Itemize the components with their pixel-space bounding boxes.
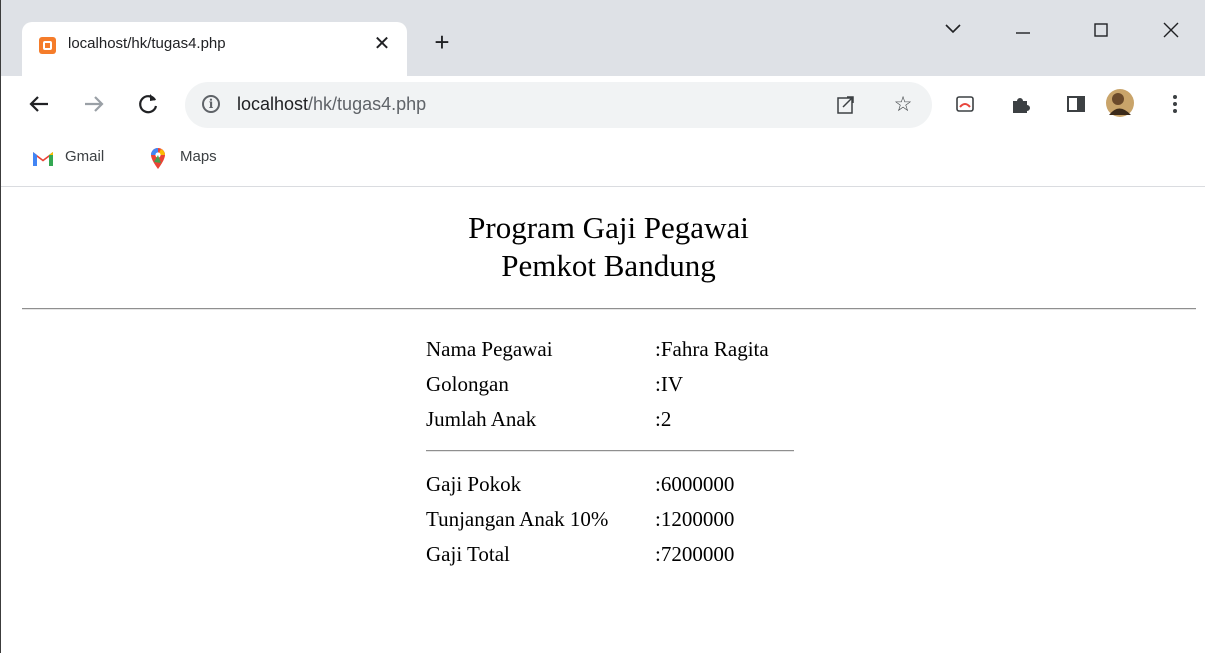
row-label: Jumlah Anak: [426, 407, 537, 431]
reload-icon: [139, 94, 158, 114]
bookmark-label: Gmail: [65, 148, 105, 165]
url-host: localhost: [237, 94, 309, 114]
page-title: Program Gaji Pegawai Pemkot Bandung: [0, 209, 1205, 285]
title-line-2: Pemkot Bandung: [501, 248, 716, 283]
tab-title: localhost/hk/tugas4.php: [68, 35, 226, 52]
close-icon: [1163, 22, 1179, 38]
gmail-icon: [33, 152, 53, 166]
xampp-favicon-icon: [39, 37, 56, 54]
row-label: Gaji Total: [426, 542, 510, 566]
tab-active[interactable]: localhost/hk/tugas4.php ✕: [22, 22, 407, 76]
tab-close-icon[interactable]: ✕: [372, 32, 392, 56]
share-icon[interactable]: [833, 92, 859, 118]
chevron-down-icon: [945, 24, 961, 34]
maximize-button[interactable]: [1081, 14, 1121, 44]
row-value: :6000000: [655, 472, 735, 496]
site-info-icon[interactable]: i: [202, 95, 220, 113]
table-row: Tunjangan Anak 10% :1200000: [426, 507, 794, 542]
row-value: :2: [655, 407, 672, 431]
browser-window: localhost/hk/tugas4.php ✕ + i localhost/: [0, 0, 1205, 653]
url-text[interactable]: localhost/hk/tugas4.php: [237, 94, 426, 115]
arrow-right-icon: [85, 96, 104, 112]
row-label: Nama Pegawai: [426, 337, 553, 361]
back-button[interactable]: [23, 88, 55, 120]
bookmarks-bar: Gmail Maps: [0, 132, 1205, 187]
address-bar[interactable]: i localhost/hk/tugas4.php ☆: [185, 82, 932, 128]
tab-search-button[interactable]: [933, 14, 973, 44]
table-row: Jumlah Anak :2: [426, 407, 794, 442]
maximize-icon: [1094, 23, 1108, 37]
bookmark-star-icon[interactable]: ☆: [890, 92, 916, 118]
table-row: Gaji Total :7200000: [426, 542, 794, 577]
row-value: :1200000: [655, 507, 735, 531]
table-row: Gaji Pokok :6000000: [426, 472, 794, 507]
window-border: [0, 0, 1, 653]
extension-icon[interactable]: [951, 90, 979, 118]
new-tab-button[interactable]: +: [430, 28, 454, 56]
bookmark-label: Maps: [180, 148, 217, 165]
table-row: Nama Pegawai :Fahra Ragita: [426, 337, 794, 372]
minimize-button[interactable]: [1003, 14, 1043, 44]
more-menu-icon[interactable]: [1161, 90, 1189, 118]
row-label: Golongan: [426, 372, 509, 396]
close-window-button[interactable]: [1151, 14, 1191, 44]
row-value: :7200000: [655, 542, 735, 566]
page-content: Program Gaji Pegawai Pemkot Bandung Nama…: [0, 187, 1205, 653]
salary-table: Nama Pegawai :Fahra Ragita Golongan :IV …: [426, 337, 794, 577]
tab-strip: localhost/hk/tugas4.php ✕ +: [0, 0, 1205, 76]
row-value: :Fahra Ragita: [655, 337, 769, 361]
arrow-left-icon: [29, 96, 48, 112]
row-label: Tunjangan Anak 10%: [426, 507, 609, 531]
minimize-icon: [1016, 32, 1030, 34]
row-value: :IV: [655, 372, 683, 396]
forward-button[interactable]: [78, 88, 110, 120]
url-path: /hk/tugas4.php: [308, 94, 427, 114]
row-label: Gaji Pokok: [426, 472, 522, 496]
avatar[interactable]: [1105, 88, 1134, 117]
toolbar: i localhost/hk/tugas4.php ☆: [0, 76, 1205, 132]
maps-pin-icon: [151, 148, 165, 169]
puzzle-icon[interactable]: [1006, 90, 1034, 118]
reload-button[interactable]: [132, 88, 164, 120]
table-row: Golongan :IV: [426, 372, 794, 407]
side-panel-icon[interactable]: [1062, 90, 1090, 118]
divider: [22, 308, 1196, 310]
divider: [426, 450, 794, 452]
title-line-1: Program Gaji Pegawai: [468, 210, 749, 245]
